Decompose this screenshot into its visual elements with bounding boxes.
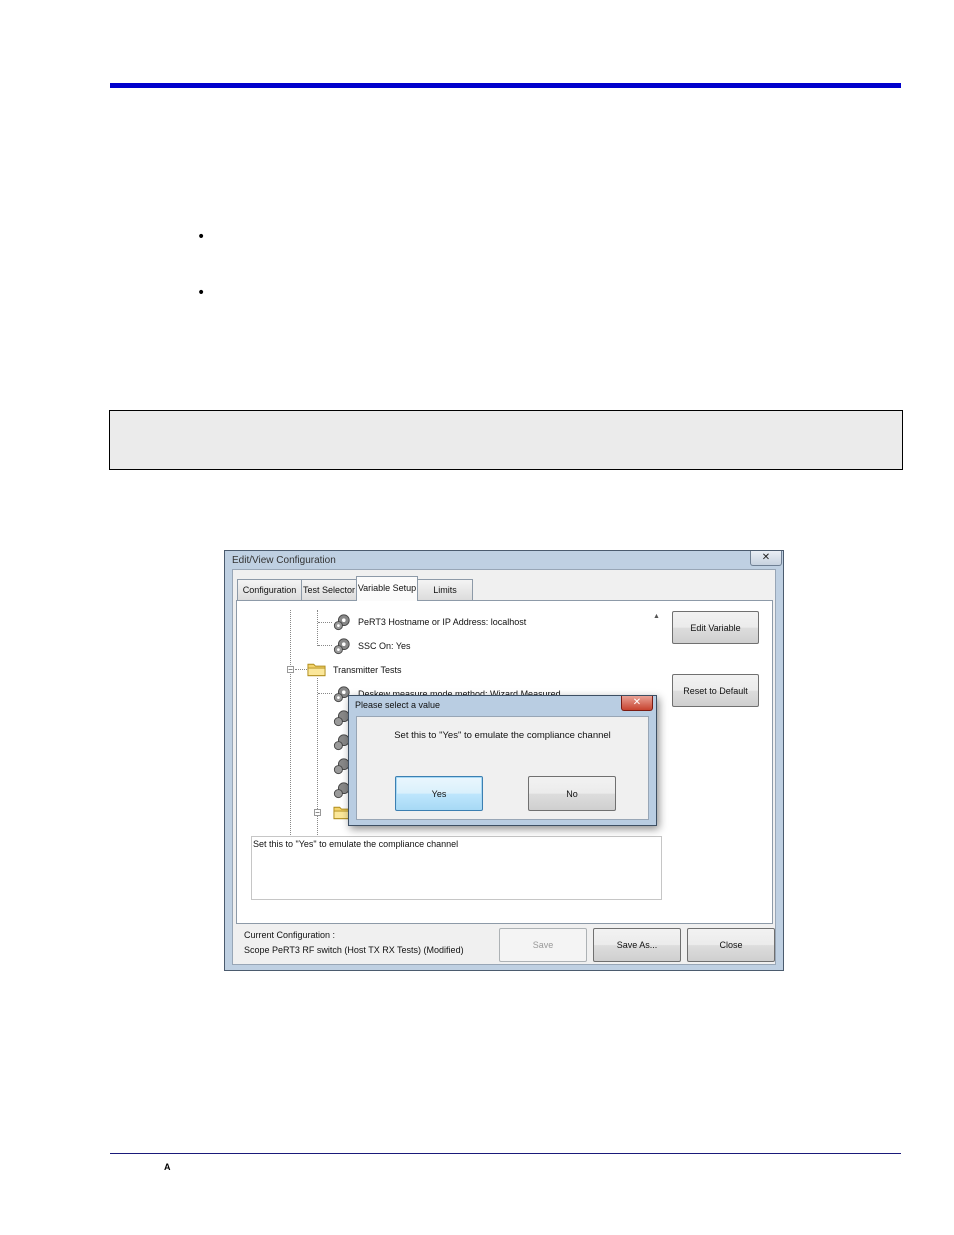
dialog-close-button[interactable]: ✕ [621, 696, 653, 711]
tree-item-transmitter-tests[interactable]: Transmitter Tests [333, 665, 402, 675]
yes-button[interactable]: Yes [395, 776, 483, 811]
tree-connector [318, 622, 332, 623]
tab-configuration[interactable]: Configuration [237, 579, 302, 600]
current-configuration-value: Scope PeRT3 RF switch (Host TX RX Tests)… [244, 945, 464, 955]
gear-icon [333, 614, 350, 631]
tree-connector [295, 669, 307, 670]
window-close-button[interactable]: ✕ [750, 551, 782, 566]
collapse-icon[interactable]: − [314, 809, 321, 817]
folder-icon [307, 663, 326, 677]
close-icon: ✕ [761, 552, 771, 563]
tree-connector [318, 645, 332, 646]
header-rule [110, 83, 901, 88]
bullet-2: • [197, 285, 206, 301]
dialog-client-area: Set this to "Yes" to emulate the complia… [356, 716, 649, 820]
scroll-up-icon[interactable]: ▲ [653, 613, 660, 620]
tab-limits[interactable]: Limits [417, 579, 473, 600]
close-icon: ✕ [632, 697, 642, 708]
tree-connector [290, 610, 291, 835]
footer-glyph: A [164, 1162, 171, 1172]
variable-description: Set this to "Yes" to emulate the complia… [251, 836, 662, 900]
edit-variable-button[interactable]: Edit Variable [672, 611, 759, 644]
select-value-dialog: Please select a value ✕ Set this to "Yes… [348, 695, 657, 826]
reset-to-default-button[interactable]: Reset to Default [672, 674, 759, 707]
dialog-message: Set this to "Yes" to emulate the complia… [394, 730, 611, 741]
save-as-button[interactable]: Save As... [593, 928, 681, 962]
bullet-1: • [197, 229, 206, 245]
collapse-icon[interactable]: − [287, 666, 294, 674]
gear-icon [333, 638, 350, 655]
tab-test-selector[interactable]: Test Selector [301, 579, 357, 600]
save-button[interactable]: Save [499, 928, 587, 962]
footer-rule [110, 1153, 901, 1154]
tree-connector [317, 610, 318, 646]
tree-item-pert3-hostname[interactable]: PeRT3 Hostname or IP Address: localhost [358, 617, 526, 627]
tab-variable-setup[interactable]: Variable Setup [356, 576, 418, 601]
note-box [109, 410, 903, 470]
current-configuration-label: Current Configuration : [244, 930, 336, 940]
window-title: Edit/View Configuration [232, 555, 336, 566]
close-button[interactable]: Close [687, 928, 775, 962]
tree-connector [318, 693, 332, 694]
no-button[interactable]: No [528, 776, 616, 811]
tree-item-ssc-on[interactable]: SSC On: Yes [358, 641, 411, 651]
dialog-title: Please select a value [355, 700, 441, 710]
